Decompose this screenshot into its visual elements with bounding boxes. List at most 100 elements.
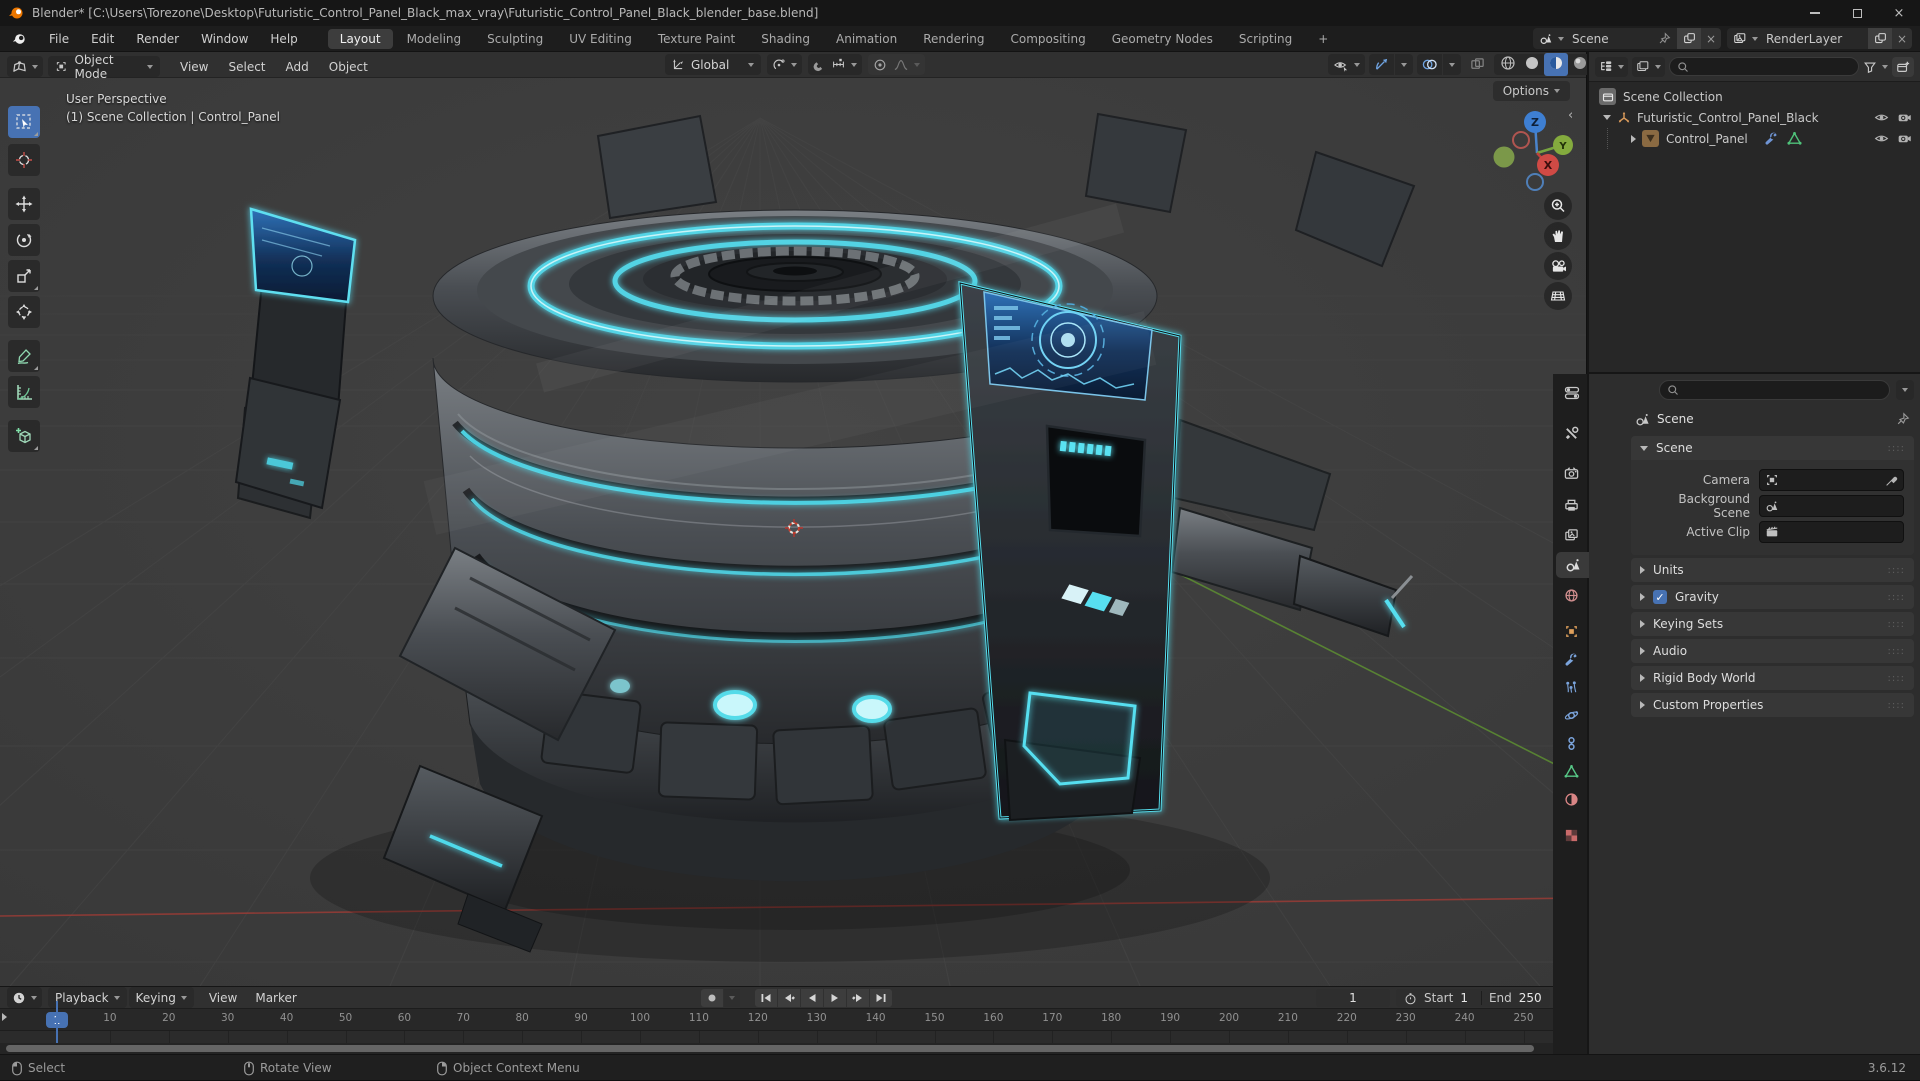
disable-render-camera-icon[interactable] (1897, 132, 1912, 145)
gravity-checkbox[interactable]: ✓ (1653, 590, 1667, 604)
scene-selector[interactable]: Scene (1533, 28, 1677, 49)
active-clip-field[interactable] (1759, 521, 1904, 543)
pan-view-button[interactable] (1544, 222, 1572, 250)
menu-select[interactable]: Select (218, 54, 275, 79)
panel-drag-dots-icon[interactable]: :::: (1888, 673, 1905, 684)
editor-type-selector[interactable] (7, 56, 43, 77)
properties-options-dropdown[interactable] (1896, 380, 1914, 400)
eyedropper-icon[interactable] (1885, 474, 1898, 487)
outliner-display-mode[interactable] (1632, 56, 1665, 77)
timeline-channel-toggle-icon[interactable] (2, 1013, 7, 1021)
properties-search-input[interactable] (1659, 380, 1890, 400)
end-value[interactable]: 250 (1519, 991, 1542, 1005)
viewport-3d[interactable]: User Perspective (1) Scene Collection | … (0, 78, 1586, 986)
playhead-line[interactable] (55, 1001, 58, 1043)
tab-physics[interactable] (1556, 702, 1587, 728)
snap-settings[interactable] (808, 54, 862, 75)
properties-editor-type[interactable] (1556, 380, 1587, 406)
units-panel[interactable]: Units :::: (1631, 558, 1914, 582)
toggle-orthographic-button[interactable] (1544, 282, 1572, 310)
remove-layer-button[interactable]: × (1892, 28, 1912, 49)
timeline-ruler[interactable]: 10 20 30 40 50 60 70 80 90 100 110 120 130 140 150 160 1… (0, 1009, 1586, 1031)
outliner-row-scene-collection[interactable]: Scene Collection (1589, 86, 1920, 107)
disable-render-camera-icon[interactable] (1897, 111, 1912, 124)
gizmo-neg-z[interactable] (1526, 173, 1544, 191)
proportional-editing[interactable] (868, 54, 925, 75)
tab-shading[interactable]: Shading (749, 29, 822, 49)
panel-drag-dots-icon[interactable]: :::: (1888, 700, 1905, 711)
tab-layout[interactable]: Layout (327, 28, 393, 49)
disclosure-expanded-icon[interactable] (1603, 115, 1611, 120)
tab-compositing[interactable]: Compositing (998, 29, 1097, 49)
outliner-row-control-panel[interactable]: Control_Panel (1589, 128, 1920, 149)
add-workspace-button[interactable]: + (1306, 29, 1340, 49)
panel-drag-dots-icon[interactable]: :::: (1888, 443, 1905, 454)
render-layer-selector[interactable]: RenderLayer (1727, 28, 1868, 49)
tab-tool[interactable] (1556, 420, 1587, 446)
gizmo-neg-x[interactable] (1512, 131, 1530, 149)
keying-menu[interactable]: Keying (128, 987, 194, 1008)
jump-to-start-button[interactable] (755, 989, 777, 1007)
gizmo-neg-y[interactable] (1493, 146, 1515, 168)
jump-to-end-button[interactable] (870, 989, 892, 1007)
prev-keyframe-button[interactable] (778, 989, 800, 1007)
close-button[interactable]: × (1878, 0, 1920, 26)
tab-output[interactable] (1556, 492, 1587, 518)
tab-constraints[interactable] (1556, 730, 1587, 756)
unlink-scene-button[interactable]: × (1701, 28, 1721, 49)
tab-material[interactable] (1556, 786, 1587, 812)
xray-toggle[interactable] (1465, 54, 1490, 75)
tool-rotate[interactable] (8, 224, 40, 256)
tool-annotate[interactable] (8, 340, 40, 372)
panel-drag-dots-icon[interactable]: :::: (1888, 646, 1905, 657)
gravity-panel[interactable]: ✓ Gravity :::: (1631, 585, 1914, 609)
outliner-editor-type[interactable] (1595, 56, 1628, 77)
tab-object-data[interactable] (1556, 758, 1587, 784)
pivot-point-selector[interactable] (767, 54, 802, 75)
outliner-search-input[interactable] (1669, 57, 1859, 76)
tab-scene[interactable] (1556, 552, 1589, 578)
menu-window[interactable]: Window (190, 26, 259, 52)
tab-geometry-nodes[interactable]: Geometry Nodes (1100, 29, 1225, 49)
menu-render[interactable]: Render (125, 26, 190, 52)
hide-eye-icon[interactable] (1874, 111, 1889, 124)
overlays-dropdown[interactable] (1443, 54, 1461, 75)
shading-solid-button[interactable] (1520, 53, 1544, 76)
pin-icon[interactable] (1896, 412, 1910, 426)
timeline-view-menu[interactable]: View (200, 991, 246, 1005)
tab-texture-paint[interactable]: Texture Paint (646, 29, 747, 49)
tab-rendering[interactable]: Rendering (911, 29, 996, 49)
new-scene-button[interactable] (1677, 28, 1701, 49)
transform-orientation-selector[interactable]: Global (665, 54, 761, 75)
new-collection-button[interactable] (1892, 56, 1914, 77)
current-frame-field[interactable]: 1 (1316, 989, 1390, 1007)
tool-move[interactable] (8, 188, 40, 220)
minimize-button[interactable] (1794, 0, 1836, 26)
tool-add-cube[interactable] (8, 420, 40, 452)
menu-help[interactable]: Help (259, 26, 308, 52)
tab-modeling[interactable]: Modeling (395, 29, 474, 49)
outliner-row-futuristic-control-panel[interactable]: Futuristic_Control_Panel_Black (1589, 107, 1920, 128)
tab-render[interactable] (1556, 460, 1587, 486)
shading-wireframe-button[interactable] (1496, 53, 1520, 76)
outliner-filter-button[interactable] (1863, 60, 1888, 74)
timeline-scrollbar[interactable] (6, 1045, 1534, 1052)
timeline-track[interactable] (0, 1031, 1586, 1043)
show-gizmo-toggle[interactable] (1369, 54, 1394, 75)
tab-particles[interactable] (1556, 674, 1587, 700)
tool-select-box[interactable] (8, 106, 40, 138)
play-reverse-button[interactable] (801, 989, 823, 1007)
keying-set-dropdown[interactable] (724, 989, 740, 1007)
tool-measure[interactable] (8, 376, 40, 408)
object-visibility-toggle[interactable] (1328, 54, 1365, 75)
shading-material-button[interactable] (1544, 53, 1568, 76)
new-layer-button[interactable] (1868, 28, 1892, 49)
tool-cursor[interactable] (8, 144, 40, 176)
keying-sets-panel[interactable]: Keying Sets :::: (1631, 612, 1914, 636)
menu-add[interactable]: Add (276, 54, 319, 79)
blender-app-menu[interactable] (0, 26, 38, 52)
tab-object[interactable] (1556, 618, 1587, 644)
menu-edit[interactable]: Edit (80, 26, 125, 52)
camera-view-button[interactable] (1544, 252, 1572, 280)
menu-view[interactable]: View (170, 54, 218, 79)
